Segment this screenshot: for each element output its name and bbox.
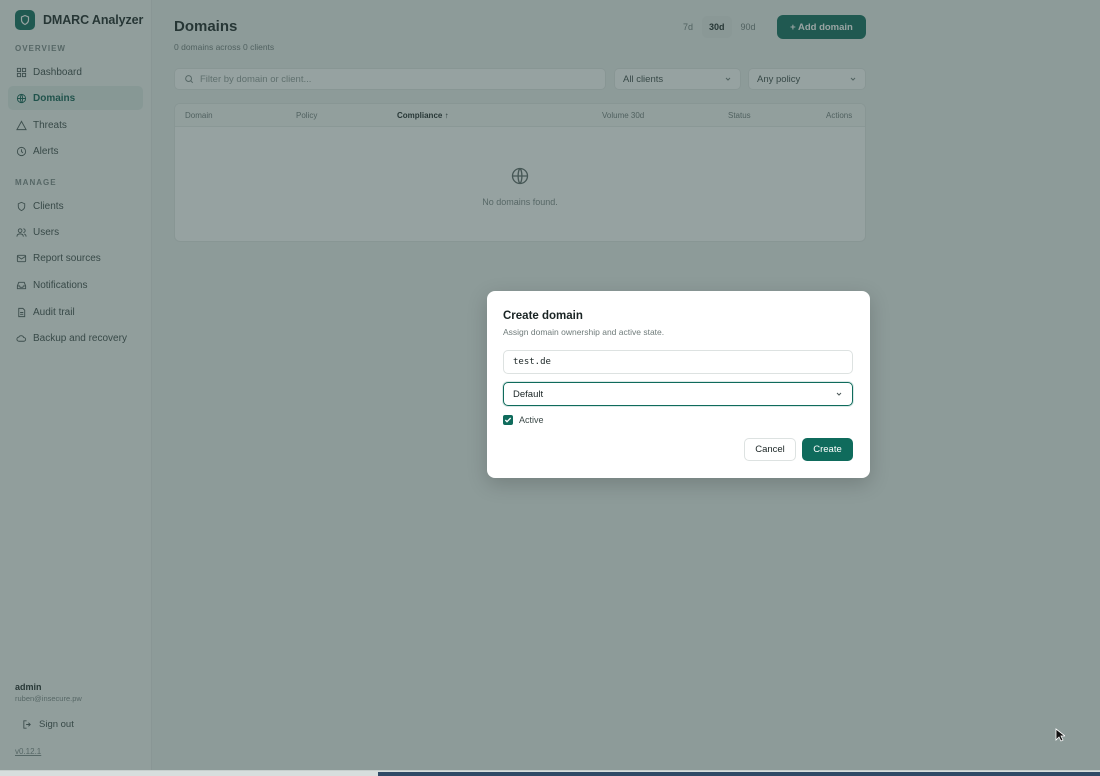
dialog-description: Assign domain ownership and active state…: [503, 327, 665, 337]
taskbar-segment: [378, 772, 1100, 776]
chevron-down-icon: [836, 392, 842, 396]
domain-input[interactable]: test.de: [503, 350, 853, 374]
active-checkbox-row: Active: [503, 415, 544, 425]
create-domain-dialog: Create domain Assign domain ownership an…: [487, 291, 870, 478]
taskbar: [0, 770, 1100, 776]
active-label: Active: [519, 415, 544, 425]
client-dropdown-value: Default: [513, 388, 544, 400]
create-button[interactable]: Create: [802, 438, 853, 461]
active-checkbox[interactable]: [503, 415, 513, 425]
mouse-cursor-icon: [1055, 728, 1065, 742]
check-icon: [504, 417, 512, 423]
dialog-title: Create domain: [503, 310, 583, 322]
cancel-button[interactable]: Cancel: [744, 438, 796, 461]
client-dropdown[interactable]: Default: [503, 382, 853, 406]
